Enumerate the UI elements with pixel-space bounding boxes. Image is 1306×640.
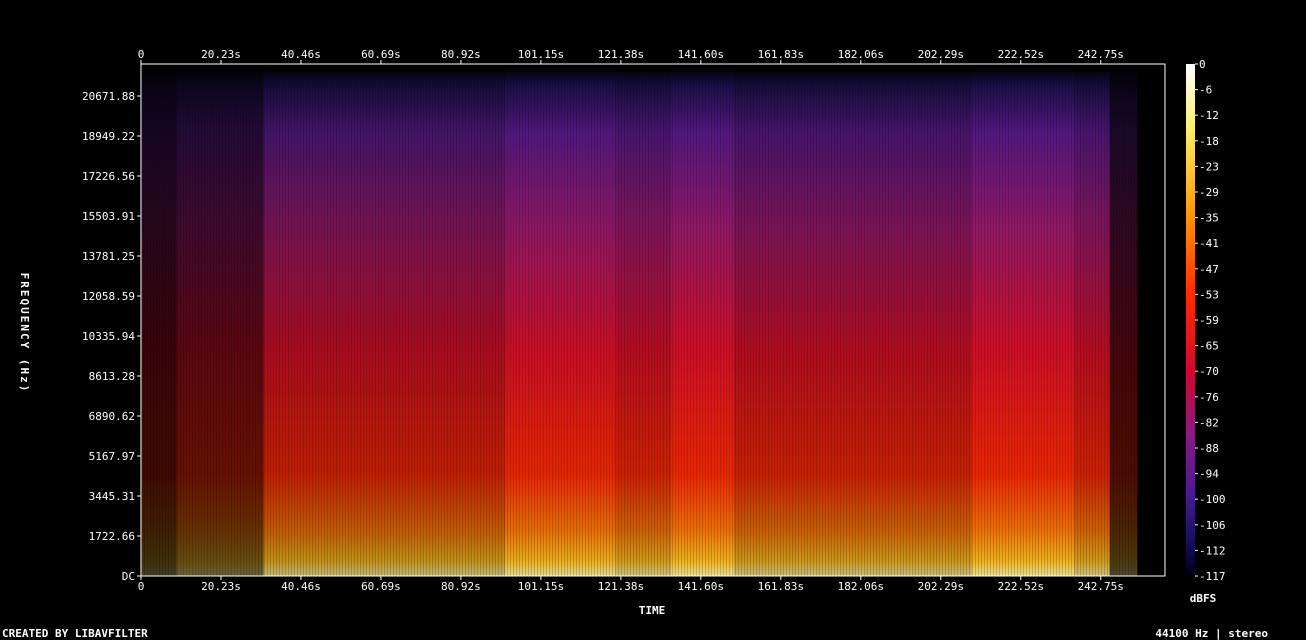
y-tick-label: 5167.97 [89, 450, 135, 463]
x-tick-label-top: 141.60s [678, 48, 724, 61]
spectrogram-chart: 0 20.23s 40.46s 60.69s 80.92s 101.15s 121.38s 1… [2, 48, 1268, 640]
colorbar-tick-label: -41 [1199, 237, 1219, 250]
colorbar-tick-label: -6 [1199, 84, 1212, 97]
x-tick-label-bottom: 80.92s [441, 580, 481, 593]
colorbar: 0 -6 -12 -18 -23 -29 -35 -41 -47 -53 -59 -65 -70 -76 -… [1186, 58, 1226, 583]
y-tick-label: 20671.88 [82, 90, 135, 103]
texture-overlay [141, 64, 1165, 576]
y-tick-label: 3445.31 [89, 490, 135, 503]
colorbar-tick-label: -82 [1199, 416, 1219, 429]
colorbar-label: dBFS [1190, 592, 1217, 605]
x-tick-label-bottom: 20.23s [201, 580, 241, 593]
colorbar-tick-label: -70 [1199, 365, 1219, 378]
x-tick-label-bottom: 242.75s [1078, 580, 1124, 593]
x-tick-label-top: 20.23s [201, 48, 241, 61]
y-tick-label: 1722.66 [89, 530, 135, 543]
y-axis: DC 1722.66 3445.31 5167.97 6890.62 8613.28 103… [82, 90, 141, 583]
y-tick-label: 17226.56 [82, 170, 135, 183]
x-tick-label-bottom: 222.52s [998, 580, 1044, 593]
x-tick-label-top: 222.52s [998, 48, 1044, 61]
x-tick-label-bottom: 101.15s [518, 580, 564, 593]
colorbar-tick-label: -65 [1199, 340, 1219, 353]
x-tick-label-bottom: 202.29s [918, 580, 964, 593]
x-tick-label-bottom: 40.46s [281, 580, 321, 593]
colorbar-tick-label: -76 [1199, 391, 1219, 404]
x-tick-label-top: 101.15s [518, 48, 564, 61]
y-axis-label: FREQUENCY (Hz) [18, 273, 31, 394]
y-tick-label: 15503.91 [82, 210, 135, 223]
colorbar-tick-label: -59 [1199, 314, 1219, 327]
x-tick-label-top: 40.46s [281, 48, 321, 61]
x-tick-label-top: 182.06s [838, 48, 884, 61]
x-tick-label-bottom: 0 [138, 580, 145, 593]
colorbar-tick-label: -12 [1199, 109, 1219, 122]
x-axis-top: 0 20.23s 40.46s 60.69s 80.92s 101.15s 121.38s 1… [138, 48, 1124, 64]
colorbar-tick-label: -106 [1199, 519, 1226, 532]
y-tick-label: DC [122, 570, 135, 583]
colorbar-tick-label: -53 [1199, 288, 1219, 301]
spectrogram-plot-area [140, 63, 1166, 577]
x-tick-label-bottom: 141.60s [678, 580, 724, 593]
x-tick-label-top: 0 [138, 48, 145, 61]
colorbar-tick-label: -18 [1199, 135, 1219, 148]
x-tick-label-top: 202.29s [918, 48, 964, 61]
x-tick-label-top: 242.75s [1078, 48, 1124, 61]
y-tick-label: 18949.22 [82, 130, 135, 143]
x-tick-label-bottom: 60.69s [361, 580, 401, 593]
y-tick-label: 6890.62 [89, 410, 135, 423]
y-tick-label: 8613.28 [89, 370, 135, 383]
colorbar-tick-label: -112 [1199, 544, 1226, 557]
footer-format: 44100 Hz | stereo [1155, 627, 1268, 640]
colorbar-tick-label: -94 [1199, 468, 1219, 481]
colorbar-tick-label: -29 [1199, 186, 1219, 199]
footer-credit: CREATED BY LIBAVFILTER [2, 627, 148, 640]
x-tick-label-bottom: 182.06s [838, 580, 884, 593]
colorbar-tick-label: -117 [1199, 570, 1226, 583]
x-tick-label-top: 121.38s [598, 48, 644, 61]
colorbar-tick-label: -23 [1199, 160, 1219, 173]
y-tick-label: 12058.59 [82, 290, 135, 303]
y-tick-label: 10335.94 [82, 330, 135, 343]
colorbar-tick-label: -47 [1199, 263, 1219, 276]
y-tick-label: 13781.25 [82, 250, 135, 263]
x-tick-label-top: 161.83s [758, 48, 804, 61]
colorbar-tick-label: -100 [1199, 493, 1226, 506]
x-axis-label: TIME [639, 604, 666, 617]
x-axis-bottom: 0 20.23s 40.46s 60.69s 80.92s 101.15s 121.38s 1… [138, 576, 1124, 593]
x-tick-label-top: 60.69s [361, 48, 401, 61]
colorbar-tick-label: 0 [1199, 58, 1206, 71]
colorbar-gradient [1186, 64, 1195, 576]
x-tick-label-top: 80.92s [441, 48, 481, 61]
colorbar-tick-label: -35 [1199, 212, 1219, 225]
x-tick-label-bottom: 161.83s [758, 580, 804, 593]
colorbar-tick-label: -88 [1199, 442, 1219, 455]
x-tick-label-bottom: 121.38s [598, 580, 644, 593]
